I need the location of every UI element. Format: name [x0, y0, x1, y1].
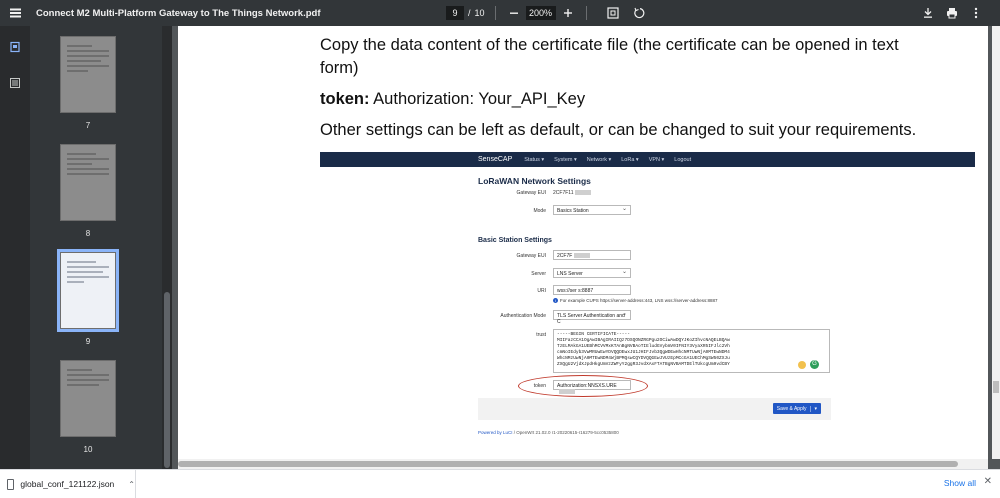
- chevron-up-icon[interactable]: ⌃: [128, 480, 135, 489]
- zoom-level-input[interactable]: 200%: [525, 6, 556, 20]
- luci-form: LoRaWAN Network Settings Gateway EUI 2CF…: [478, 167, 831, 438]
- page-number-input[interactable]: 9: [446, 6, 464, 20]
- highlight-ellipse: [518, 375, 648, 397]
- token-instruction: token: Authorization: Your_API_Key: [320, 88, 585, 110]
- field-label: Gateway EUI: [516, 253, 546, 259]
- nav-item: System ▾: [554, 156, 577, 163]
- toolbar-divider: [585, 6, 587, 20]
- token-key: token:: [320, 90, 370, 108]
- uri-hint: i For example CUPS https://server-address…: [553, 298, 718, 303]
- token-text: Authorization: Your_API_Key: [369, 90, 586, 108]
- mode-select: Basics Station: [553, 205, 631, 215]
- gateway-eui-value: 2CF7F11: [553, 190, 592, 196]
- pdf-page: Copy the data content of the certificate…: [178, 26, 988, 459]
- outline-icon[interactable]: [0, 68, 30, 98]
- auth-mode-select: TLS Server Authentication and C: [553, 310, 631, 325]
- field-label: Server: [531, 271, 546, 277]
- page-thumbnail[interactable]: [60, 360, 116, 437]
- nav-item: LoRa ▾: [621, 156, 639, 163]
- embedded-screenshot: SenseCAP Status ▾ System ▾ Network ▾ LoR…: [320, 152, 975, 438]
- thumbnail-pane: 7 8 9 10: [30, 26, 162, 469]
- nav-item: Status ▾: [524, 156, 545, 163]
- form-footer: Save & Apply ▾: [478, 398, 831, 420]
- bs-eui-field: 2CF7F: [553, 250, 631, 260]
- section-title: Basic Station Settings: [478, 237, 552, 244]
- luci-brand: SenseCAP: [478, 156, 513, 163]
- thumbnail-label: 9: [85, 337, 91, 346]
- powered-by: Powered by LuCI / OpenWrt 21.02.0 r1-202…: [478, 430, 619, 435]
- thumbnail-label: 8: [85, 229, 91, 238]
- page-thumbnail-selected[interactable]: [57, 249, 119, 332]
- horizontal-scrollbar[interactable]: [178, 459, 988, 469]
- vertical-scrollbar[interactable]: [992, 26, 1000, 459]
- server-select: LNS Server: [553, 268, 631, 278]
- info-icon: i: [553, 298, 558, 303]
- rotate-icon[interactable]: [629, 3, 649, 23]
- sidebar: [0, 26, 30, 469]
- page-navigator: 9 / 10: [406, 6, 485, 20]
- page-thumbnail[interactable]: [60, 36, 116, 113]
- close-icon[interactable]: ✕: [984, 476, 992, 487]
- download-icon[interactable]: [918, 3, 938, 23]
- field-label: URI: [537, 288, 546, 294]
- scrollbar-thumb[interactable]: [164, 292, 170, 468]
- pdf-toolbar: Connect M2 Multi-Platform Gateway to The…: [0, 0, 1000, 26]
- print-icon[interactable]: [942, 3, 962, 23]
- thumbnail-label: 10: [83, 445, 93, 454]
- thumbnail-scrollbar[interactable]: [162, 26, 172, 469]
- scrollbar-thumb[interactable]: [993, 381, 999, 393]
- page-thumbnail[interactable]: [60, 144, 116, 221]
- trust-textarea: -----BEGIN CERTIFICATE----- MIIFazCCA1Og…: [553, 329, 830, 373]
- document-viewer: Copy the data content of the certificate…: [172, 26, 1000, 469]
- page-total: 10: [474, 8, 485, 18]
- field-label: Gateway EUI: [516, 190, 546, 196]
- field-label: Mode: [533, 208, 546, 214]
- luci-navbar: SenseCAP Status ▾ System ▾ Network ▾ LoR…: [320, 152, 975, 167]
- nav-item: Logout: [674, 156, 692, 163]
- instruction-line: Other settings can be left as default, o…: [320, 121, 917, 139]
- zoom-in-icon[interactable]: [560, 5, 576, 21]
- grammarly-icon: G: [810, 360, 819, 369]
- emoji-icon: [798, 361, 806, 369]
- scrollbar-thumb[interactable]: [178, 461, 958, 467]
- more-vert-icon[interactable]: [966, 3, 986, 23]
- toolbar-divider: [494, 6, 496, 20]
- show-all-link[interactable]: Show all: [944, 478, 976, 488]
- menu-icon[interactable]: [2, 0, 28, 26]
- uri-field: wss://ser s:8887: [553, 285, 631, 295]
- document-title: Connect M2 Multi-Platform Gateway to The…: [36, 7, 321, 19]
- zoom-out-icon[interactable]: [506, 5, 522, 21]
- instruction-line: form): [320, 59, 359, 77]
- instruction-line: Copy the data content of the certificate…: [320, 36, 899, 54]
- luci-link: Powered by LuCI: [478, 430, 513, 435]
- thumbnails-icon[interactable]: [0, 32, 30, 62]
- thumbnail-label: 7: [85, 121, 91, 130]
- file-icon: [7, 478, 15, 490]
- download-filename: global_conf_121122.json: [20, 479, 115, 489]
- page-separator: /: [468, 8, 471, 18]
- settings-title: LoRaWAN Network Settings: [478, 176, 591, 186]
- download-bar: global_conf_121122.json ⌃ Show all ✕: [0, 469, 1000, 498]
- nav-item: Network ▾: [586, 156, 612, 163]
- fit-page-icon[interactable]: [603, 3, 623, 23]
- right-toolbar: [914, 3, 986, 23]
- field-label: trust: [536, 332, 546, 338]
- save-apply-button: Save & Apply ▾: [772, 403, 821, 414]
- download-item[interactable]: global_conf_121122.json ⌃: [0, 470, 136, 498]
- nav-item: VPN ▾: [648, 156, 665, 163]
- field-label: Authentication Mode: [500, 313, 546, 319]
